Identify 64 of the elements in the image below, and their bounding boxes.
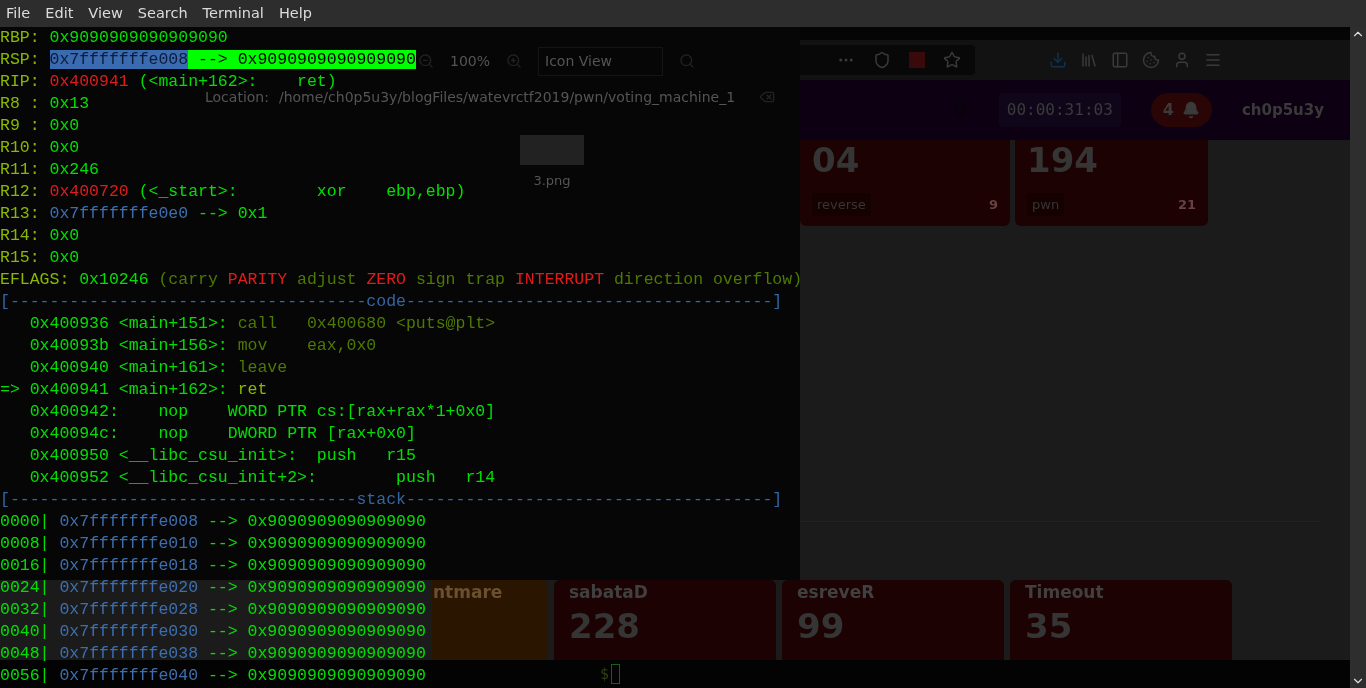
- shell-prompt: $: [600, 663, 610, 685]
- download-icon[interactable]: [1049, 51, 1067, 69]
- terminal-line: R13: 0x7fffffffe0e0 --> 0x1: [0, 203, 268, 225]
- menu-item[interactable]: Edit: [45, 2, 74, 25]
- terminal-line: 0024| 0x7fffffffe020 --> 0x9090909090909090: [0, 577, 426, 599]
- zoom-in-icon[interactable]: [506, 53, 523, 69]
- cookie-icon[interactable]: [1142, 51, 1160, 69]
- card-title: Timeout: [1025, 581, 1105, 604]
- terminal-line: 0008| 0x7fffffffe010 --> 0x9090909090909090: [0, 533, 426, 555]
- location-label: Location:: [205, 88, 269, 107]
- terminal-line: RIP: 0x400941 (<main+162>: ret): [0, 71, 337, 91]
- account-icon[interactable]: [1173, 51, 1191, 69]
- terminal-line: => 0x400941 <main+162>: ret: [0, 379, 268, 401]
- cursor-block: [611, 664, 621, 684]
- view-dropdown[interactable]: Icon View: [538, 46, 664, 76]
- card-title: ntmare: [433, 581, 504, 604]
- search-icon[interactable]: [679, 53, 696, 69]
- terminal-line: 0x40093b <main+156>: mov eax,0x0: [28, 335, 377, 357]
- menu-item[interactable]: File: [6, 2, 31, 25]
- terminal-line: R14: 0x0: [0, 225, 80, 247]
- terminal-line: R15: 0x0: [0, 247, 80, 269]
- sidebar-icon[interactable]: [1111, 51, 1129, 69]
- solve-count: 9: [988, 195, 998, 214]
- file-thumbnail[interactable]: [520, 135, 584, 165]
- card-title: sabataD: [569, 581, 649, 604]
- library-icon[interactable]: [1080, 51, 1098, 69]
- solve-count: 21: [1177, 195, 1196, 214]
- menu-item[interactable]: View: [88, 2, 123, 25]
- bell-icon: [1181, 101, 1200, 119]
- menu-item[interactable]: Help: [278, 2, 312, 25]
- terminal-line: EFLAGS: 0x10246 (carry PARITY adjust ZERO sign trap INTERRUPT direction overflow): [0, 269, 803, 291]
- clear-icon[interactable]: [758, 89, 775, 105]
- terminal-line: R9 : 0x0: [0, 115, 80, 137]
- challenge-card[interactable]: ntmare: [432, 580, 548, 660]
- terminal-line: 0x40094c: nop DWORD PTR [rax+0x0]: [28, 423, 416, 445]
- terminal-line: RSP: 0x7fffffffe008 --> 0x9090909090909090: [0, 49, 416, 71]
- terminal-line: [------------------------------------code-------------------------------------]: [0, 291, 783, 313]
- terminal-line: R12: 0x400720 (<_start>: xor ebp,ebp): [0, 181, 466, 203]
- terminal-line: RBP: 0x9090909090909090: [0, 27, 228, 49]
- terminal-line: 0x400952 <__libc_csu_init+2>: push r14: [28, 467, 496, 489]
- terminal-line: 0x400936 <main+151>: call 0x400680 <puts@plt>: [28, 313, 496, 335]
- terminal-line: 0032| 0x7fffffffe028 --> 0x9090909090909090: [0, 599, 426, 621]
- menu-icon[interactable]: [1204, 51, 1222, 69]
- terminal-line: 0000| 0x7fffffffe008 --> 0x9090909090909090: [0, 511, 426, 533]
- menu-item[interactable]: Search: [137, 2, 188, 25]
- zoom-out-icon[interactable]: [418, 53, 434, 69]
- terminal-line: R8 : 0x13: [0, 93, 90, 115]
- menu-item[interactable]: Terminal: [202, 2, 264, 25]
- terminal-line: 0048| 0x7fffffffe038 --> 0x9090909090909090: [0, 643, 426, 665]
- file-name[interactable]: 3.png: [533, 171, 571, 191]
- terminal-line: 0016| 0x7fffffffe018 --> 0x9090909090909090: [0, 555, 426, 577]
- scrollbar[interactable]: [1350, 27, 1366, 688]
- terminal-line: [-----------------------------------stack-------------------------------------]: [0, 489, 783, 511]
- terminal-line: 0x400942: nop WORD PTR cs:[rax+rax*1+0x0]: [28, 401, 496, 423]
- terminal-line: 0x400950 <__libc_csu_init>: push r15: [28, 445, 416, 467]
- username[interactable]: ch0p5u3y: [1241, 98, 1324, 122]
- zoom-level: 100%: [450, 51, 491, 71]
- terminal-line: 0x400940 <main+161>: leave: [28, 357, 288, 379]
- terminal-line: 0056| 0x7fffffffe040 --> 0x9090909090909090: [0, 665, 426, 687]
- card-title: esreveR: [797, 581, 876, 604]
- terminal-line: R10: 0x0: [0, 137, 80, 159]
- star-icon[interactable]: [943, 51, 961, 69]
- terminal-line: R11: 0x246: [0, 159, 100, 181]
- terminal-line: 0040| 0x7fffffffe030 --> 0x9090909090909090: [0, 621, 426, 643]
